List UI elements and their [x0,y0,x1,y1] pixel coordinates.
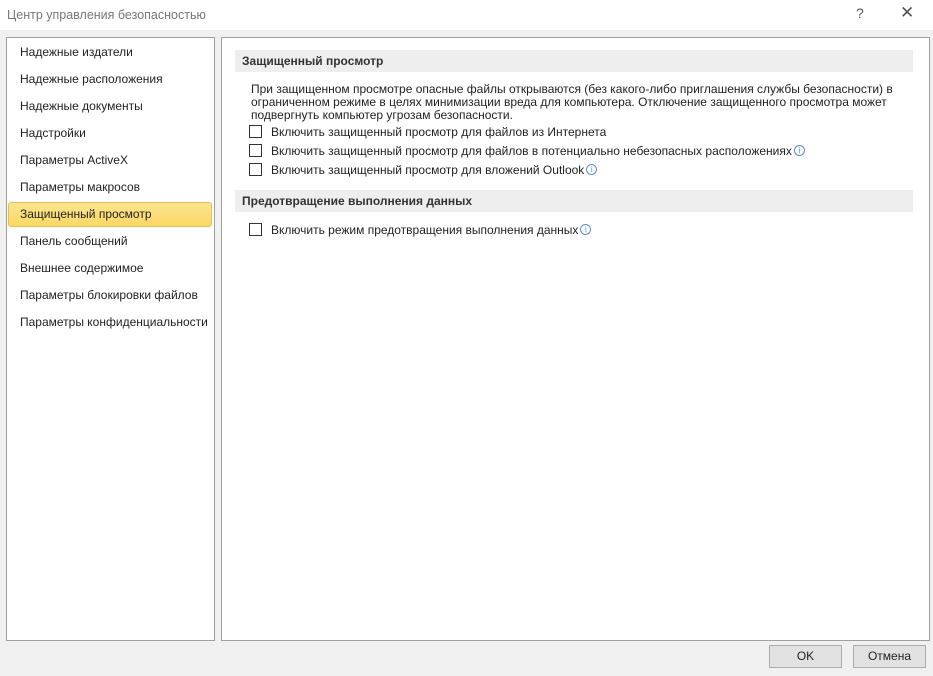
sidebar-item-privacy[interactable]: Параметры конфиденциальности [8,310,212,335]
settings-panel: Защищенный просмотр При защищенном просм… [221,37,930,641]
section-heading-dep: Предотвращение выполнения данных [235,190,913,212]
option-label: Включить защищенный просмотр для вложени… [271,162,585,177]
sidebar-item-protected-view[interactable]: Защищенный просмотр [8,202,212,227]
option-label: Включить защищенный просмотр для файлов … [271,143,792,158]
info-icon[interactable]: i [793,145,805,156]
sidebar: Надежные издатели Надежные расположения … [6,37,215,641]
option-dep-mode[interactable]: Включить режим предотвращения выполнения… [249,222,592,237]
option-internet-files[interactable]: Включить защищенный просмотр для файлов … [249,124,606,139]
sidebar-item-activex[interactable]: Параметры ActiveX [8,148,212,173]
checkbox[interactable] [249,125,262,138]
sidebar-item-external-content[interactable]: Внешнее содержимое [8,256,212,281]
sidebar-item-trusted-documents[interactable]: Надежные документы [8,94,212,119]
info-icon[interactable]: i [580,224,592,235]
cancel-button[interactable]: Отмена [853,645,926,668]
sidebar-item-message-bar[interactable]: Панель сообщений [8,229,212,254]
checkbox[interactable] [249,223,262,236]
option-label: Включить режим предотвращения выполнения… [271,222,579,237]
sidebar-item-file-block[interactable]: Параметры блокировки файлов [8,283,212,308]
checkbox[interactable] [249,144,262,157]
sidebar-item-trusted-publishers[interactable]: Надежные издатели [8,40,212,65]
checkbox[interactable] [249,163,262,176]
option-label: Включить защищенный просмотр для файлов … [271,124,607,139]
sidebar-item-trusted-locations[interactable]: Надежные расположения [8,67,212,92]
ok-button[interactable]: OK [769,645,842,668]
info-icon[interactable]: i [586,164,598,175]
sidebar-item-addins[interactable]: Надстройки [8,121,212,146]
title-bar: Центр управления безопасностью ? ✕ [0,0,933,30]
option-unsafe-locations[interactable]: Включить защищенный просмотр для файлов … [249,143,805,158]
option-outlook-attachments[interactable]: Включить защищенный просмотр для вложени… [249,162,598,177]
sidebar-item-macros[interactable]: Параметры макросов [8,175,212,200]
close-button[interactable]: ✕ [900,3,914,23]
window-title: Центр управления безопасностью [7,8,206,22]
help-button[interactable]: ? [856,5,864,21]
section-heading-protected-view: Защищенный просмотр [235,50,913,72]
protected-view-description: При защищенном просмотре опасные файлы о… [251,82,893,122]
